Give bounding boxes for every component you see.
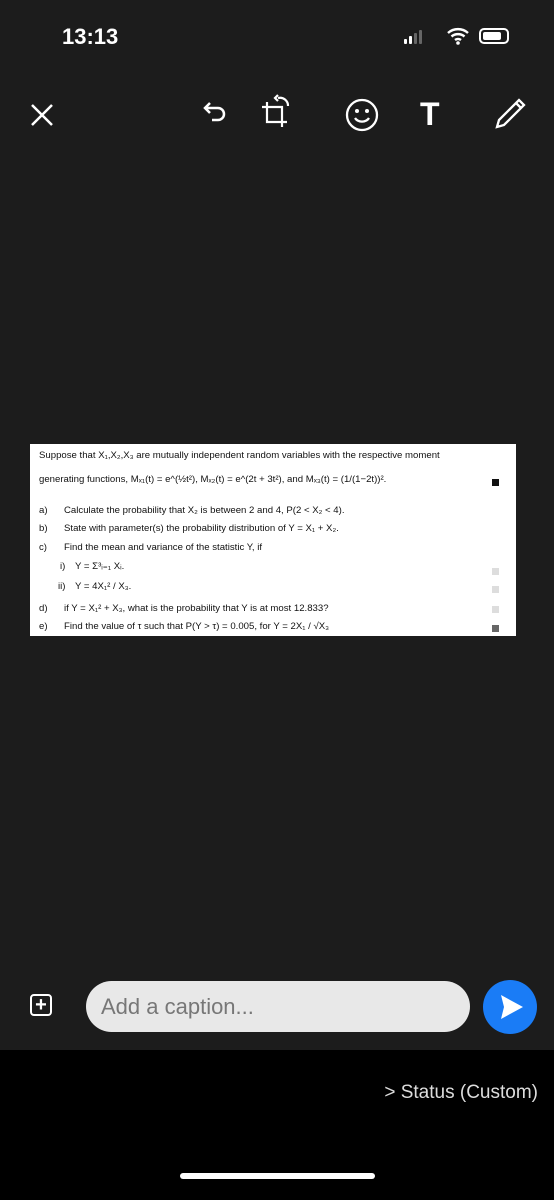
item-text: Y = 4X₁² / X₃.: [75, 581, 132, 592]
send-icon: [501, 995, 523, 1019]
status-audience-button[interactable]: > Status (Custom): [384, 1082, 538, 1104]
item-text: Y = Σ³ᵢ₌₁ Xᵢ.: [75, 561, 125, 572]
pencil-icon[interactable]: [493, 95, 529, 131]
battery-icon: [479, 28, 509, 44]
item-text: State with parameter(s) the probability …: [64, 523, 339, 534]
item-text: Find the value of τ such that P(Y > τ) =…: [64, 621, 330, 632]
scan-mark: [492, 625, 499, 632]
caption-input[interactable]: Add a caption...: [86, 981, 470, 1032]
scan-mark: [492, 606, 499, 613]
item-label: ii): [58, 581, 66, 592]
item-text: Find the mean and variance of the statis…: [64, 542, 263, 553]
item-label: a): [39, 505, 48, 516]
scan-mark: [492, 586, 499, 593]
status-bar: 13:13: [0, 0, 554, 75]
item-label: d): [39, 603, 48, 614]
send-button[interactable]: [483, 980, 537, 1034]
scan-mark: [492, 479, 499, 486]
close-icon[interactable]: [30, 103, 54, 127]
item-label: c): [39, 542, 47, 553]
item-label: e): [39, 621, 48, 632]
home-indicator: [180, 1173, 375, 1179]
clock: 13:13: [62, 24, 119, 49]
document-image: Suppose that X₁,X₂,X₃ are mutually indep…: [30, 444, 516, 636]
item-text: Calculate the probability that X₂ is bet…: [64, 505, 345, 516]
add-media-button[interactable]: +: [30, 994, 52, 1016]
intro-line-1: Suppose that X₁,X₂,X₃ are mutually indep…: [39, 450, 440, 461]
undo-icon[interactable]: [200, 100, 228, 128]
emoji-icon[interactable]: [345, 98, 379, 132]
item-text: if Y = X₁² + X₃, what is the probability…: [64, 603, 329, 614]
intro-line-2: generating functions, Mₓ₁(t) = e^(½t²), …: [39, 474, 387, 485]
crop-rotate-icon[interactable]: [258, 92, 294, 132]
item-label: i): [60, 561, 66, 572]
scan-mark: [492, 568, 499, 575]
signal-icon: [404, 30, 422, 44]
wifi-icon: [447, 28, 469, 45]
item-label: b): [39, 523, 48, 534]
text-icon[interactable]: T: [420, 96, 440, 133]
